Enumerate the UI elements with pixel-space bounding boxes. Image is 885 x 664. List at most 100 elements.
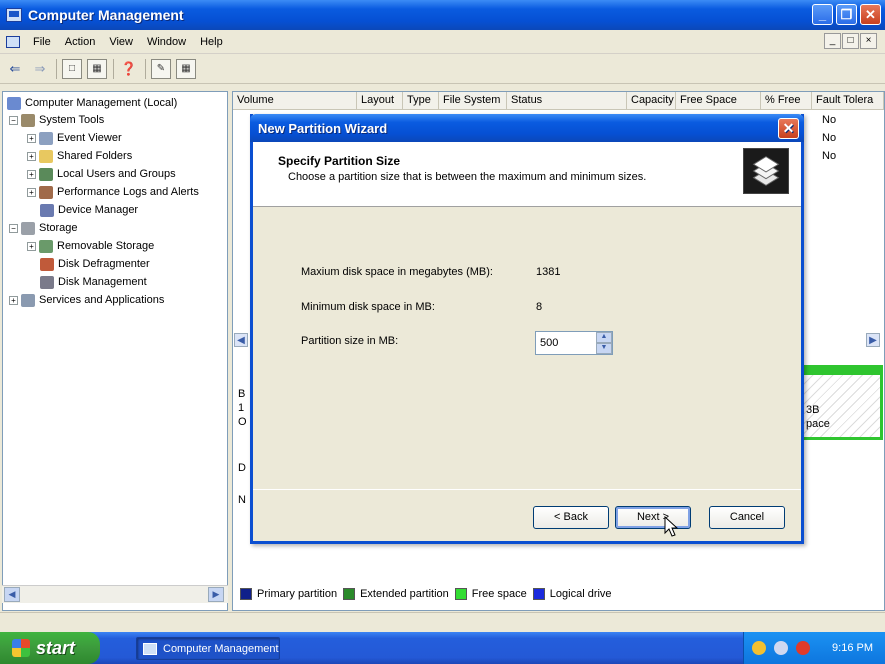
partition-size-stepper[interactable]: 500 ▲ ▼ <box>535 331 613 355</box>
spin-down-icon[interactable]: ▼ <box>596 343 612 354</box>
tree-item-removable-storage[interactable]: + Removable Storage <box>27 237 154 255</box>
help-icon[interactable]: ❓ <box>119 59 139 79</box>
tree-horizontal-scrollbar[interactable]: ◀ ▶ <box>2 585 228 603</box>
tree-item-label: Removable Storage <box>57 240 155 252</box>
windows-logo-icon <box>12 639 30 657</box>
scroll-left-arrow-icon[interactable]: ◀ <box>4 587 20 602</box>
network-icon[interactable] <box>774 641 788 655</box>
disk-label-fragment: 1 <box>238 402 245 414</box>
forward-arrow-icon[interactable]: ⇒ <box>30 59 50 79</box>
disk-stack-icon <box>743 148 789 194</box>
dialog-separator <box>253 489 801 490</box>
clock[interactable]: 9:16 PM <box>832 642 873 654</box>
collapse-icon[interactable]: − <box>9 223 18 233</box>
tree-item-root[interactable]: Computer Management (Local) <box>7 94 177 112</box>
column-percent-free[interactable]: % Free <box>761 92 812 110</box>
alert-icon[interactable] <box>796 641 810 655</box>
tree-item-shared-folders[interactable]: + Shared Folders <box>27 147 132 165</box>
status-bar <box>0 612 885 632</box>
security-shield-icon[interactable] <box>752 641 766 655</box>
tree-item-storage[interactable]: − Storage <box>9 219 78 237</box>
dialog-title-bar[interactable]: New Partition Wizard ✕ <box>250 114 804 142</box>
computer-management-icon <box>143 642 157 655</box>
column-status[interactable]: Status <box>507 92 627 110</box>
max-space-label: Maxium disk space in megabytes (MB): <box>301 266 493 278</box>
tree-item-event-viewer[interactable]: + Event Viewer <box>27 129 122 147</box>
menu-file[interactable]: File <box>26 36 58 48</box>
collapse-icon[interactable]: − <box>9 115 18 125</box>
tree-item-label: Device Manager <box>58 204 139 216</box>
expand-icon[interactable]: + <box>27 169 36 179</box>
cancel-button[interactable]: Cancel <box>709 506 785 529</box>
close-button[interactable]: ✕ <box>860 4 881 25</box>
tree-item-performance-logs[interactable]: + Performance Logs and Alerts <box>27 183 199 201</box>
column-file-system[interactable]: File System <box>439 92 507 110</box>
disk-label-fragment: N <box>238 494 246 506</box>
menu-view[interactable]: View <box>102 36 140 48</box>
window-title-bar[interactable]: Computer Management _ ❐ ✕ <box>0 0 885 30</box>
show-hide-tree-icon[interactable]: ▦ <box>87 58 107 79</box>
menu-window[interactable]: Window <box>140 36 193 48</box>
start-label: start <box>36 637 76 658</box>
computer-management-icon <box>6 8 22 22</box>
tree-item-label: Disk Management <box>58 276 147 288</box>
tree-item-disk-defragmenter[interactable]: Disk Defragmenter <box>40 255 150 273</box>
list-scroll-right-icon[interactable]: ▶ <box>866 333 880 347</box>
menu-help[interactable]: Help <box>193 36 230 48</box>
wizard-header: Specify Partition Size Choose a partitio… <box>253 142 801 207</box>
partition-size-input[interactable]: 500 <box>536 337 596 349</box>
back-button[interactable]: < Back <box>533 506 609 529</box>
disk-label-fragment: B <box>238 388 246 400</box>
partition-size-fragment: 3B <box>806 404 820 416</box>
menu-bar: File Action View Window Help _ □ × <box>0 30 885 54</box>
taskbar-item-label: Computer Management <box>163 642 279 655</box>
mdi-restore-button[interactable]: □ <box>842 33 859 49</box>
expand-icon[interactable]: + <box>27 187 36 197</box>
taskbar-item-computer-management[interactable]: Computer Management <box>136 637 280 660</box>
tree-item-label: Disk Defragmenter <box>58 258 150 270</box>
start-button[interactable]: start <box>0 632 100 664</box>
partition-label-fragment: pace <box>806 418 830 430</box>
up-folder-icon[interactable]: □ <box>62 58 82 79</box>
disk-management-icon <box>40 275 54 289</box>
tree-item-device-manager[interactable]: Device Manager <box>40 201 138 219</box>
tree-item-disk-management[interactable]: Disk Management <box>40 273 147 291</box>
column-capacity[interactable]: Capacity <box>627 92 676 110</box>
spin-up-icon[interactable]: ▲ <box>596 332 612 343</box>
refresh-icon[interactable]: ▦ <box>176 58 196 79</box>
dialog-close-button[interactable]: ✕ <box>778 118 799 139</box>
system-menu-icon[interactable] <box>6 35 20 48</box>
partition-size-label: Partition size in MB: <box>301 335 399 347</box>
partition-legend: Primary partition Extended partition Fre… <box>234 584 612 604</box>
column-free-space[interactable]: Free Space <box>676 92 761 110</box>
menu-action[interactable]: Action <box>58 36 103 48</box>
properties-icon[interactable]: ✎ <box>151 58 171 79</box>
mdi-close-button[interactable]: × <box>860 33 877 49</box>
restore-button[interactable]: ❐ <box>836 4 857 25</box>
console-tree: Computer Management (Local) − System Too… <box>2 91 228 611</box>
disk-label-fragment: D <box>238 462 246 474</box>
fault-tolerance-value: No <box>822 132 837 144</box>
tree-item-label: Event Viewer <box>57 132 122 144</box>
back-arrow-icon[interactable]: ⇐ <box>5 59 25 79</box>
tree-item-label: System Tools <box>39 114 105 126</box>
minimize-button[interactable]: _ <box>812 4 833 25</box>
column-type[interactable]: Type <box>403 92 439 110</box>
tree-item-services-applications[interactable]: + Services and Applications <box>9 291 164 309</box>
mouse-pointer-icon <box>664 516 679 537</box>
tree-item-local-users[interactable]: + Local Users and Groups <box>27 165 176 183</box>
expand-icon[interactable]: + <box>27 133 36 143</box>
mdi-minimize-button[interactable]: _ <box>824 33 841 49</box>
primary-partition-swatch <box>240 588 252 600</box>
column-volume[interactable]: Volume <box>233 92 357 110</box>
scroll-right-arrow-icon[interactable]: ▶ <box>208 587 224 602</box>
device-manager-icon <box>40 203 54 217</box>
expand-icon[interactable]: + <box>9 295 18 305</box>
column-fault-tolerance[interactable]: Fault Tolera <box>812 92 884 110</box>
expand-icon[interactable]: + <box>27 151 36 161</box>
tree-item-system-tools[interactable]: − System Tools <box>9 111 104 129</box>
defragmenter-icon <box>40 257 54 271</box>
column-layout[interactable]: Layout <box>357 92 403 110</box>
expand-icon[interactable]: + <box>27 241 36 251</box>
list-scroll-left-icon[interactable]: ◀ <box>234 333 248 347</box>
